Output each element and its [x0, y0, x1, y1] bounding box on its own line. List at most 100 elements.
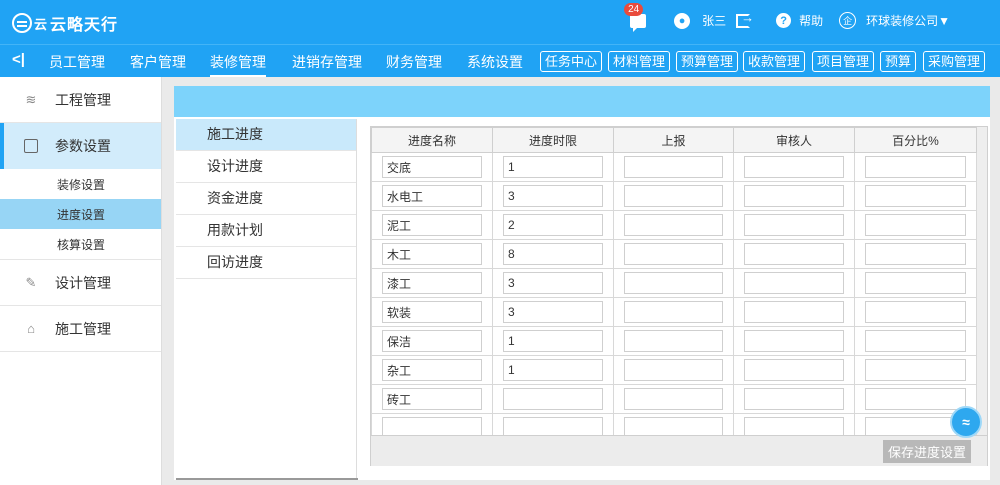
tab-revisit-progress[interactable]: 回访进度: [176, 247, 356, 279]
report-input[interactable]: [624, 359, 723, 381]
table-cell: [371, 239, 493, 269]
purchase-button[interactable]: 采购管理: [923, 51, 986, 72]
percent-input[interactable]: [865, 272, 966, 294]
duration-input[interactable]: [503, 359, 603, 381]
reviewer-input[interactable]: [744, 156, 844, 178]
nav-item-inventory[interactable]: 进销存管理: [292, 52, 362, 72]
report-input[interactable]: [624, 214, 723, 236]
reviewer-input[interactable]: [744, 330, 844, 352]
table-cell: [371, 268, 493, 298]
progress-name-input[interactable]: [382, 359, 482, 381]
report-input[interactable]: [624, 330, 723, 352]
progress-name-input[interactable]: [382, 243, 482, 265]
reviewer-input[interactable]: [744, 388, 844, 410]
table-cell: [371, 326, 493, 356]
progress-name-input[interactable]: [382, 185, 482, 207]
sidebar-item-engineering[interactable]: ≋ 工程管理: [0, 77, 161, 123]
report-input[interactable]: [624, 156, 723, 178]
save-progress-button[interactable]: 保存进度设置: [882, 440, 971, 463]
table-header-row: 进度名称 进度时限 上报 审核人 百分比%: [371, 127, 977, 153]
user-icon[interactable]: ●: [674, 12, 691, 29]
nav-item-customers[interactable]: 客户管理: [130, 52, 186, 72]
percent-input[interactable]: [865, 388, 966, 410]
tab-payment-plan[interactable]: 用款计划: [176, 215, 356, 247]
table-cell: [854, 268, 977, 298]
user-name[interactable]: 张三: [702, 12, 726, 29]
sidebar-item-design[interactable]: ✎ 设计管理: [0, 260, 161, 306]
nav-item-staff[interactable]: 员工管理: [49, 52, 105, 72]
reviewer-input[interactable]: [744, 243, 844, 265]
column-header: 审核人: [733, 127, 855, 153]
budget-mgmt-button[interactable]: 预算管理: [676, 51, 739, 72]
percent-input[interactable]: [865, 243, 966, 265]
header-actions: 24 ● 张三 ? 帮助 企 环球装修公司▼: [624, 2, 950, 32]
reviewer-input[interactable]: [744, 185, 844, 207]
percent-input[interactable]: [865, 301, 966, 323]
project-button[interactable]: 项目管理: [812, 51, 875, 72]
table-cell: [733, 297, 855, 327]
duration-input[interactable]: [503, 388, 603, 410]
progress-name-input[interactable]: [382, 388, 482, 410]
message-icon[interactable]: 24: [624, 2, 647, 32]
progress-name-input[interactable]: [382, 272, 482, 294]
progress-name-input[interactable]: [382, 330, 482, 352]
table-cell: [613, 297, 734, 327]
report-input[interactable]: [624, 185, 723, 207]
help-icon[interactable]: ?: [776, 13, 792, 28]
sidebar-item-construction[interactable]: ⌂ 施工管理: [0, 306, 161, 352]
percent-input[interactable]: [865, 214, 966, 236]
reviewer-input[interactable]: [744, 301, 844, 323]
table-cell: [733, 326, 855, 356]
percent-input[interactable]: [865, 185, 966, 207]
progress-name-input[interactable]: [382, 301, 482, 323]
table-cell: [854, 239, 977, 269]
sidebar-subitem-progress[interactable]: 进度设置: [0, 199, 161, 229]
nav-item-decoration[interactable]: 装修管理: [210, 52, 266, 78]
table-row: [371, 384, 977, 414]
table-cell: [733, 239, 855, 269]
report-input[interactable]: [624, 272, 723, 294]
duration-input[interactable]: [503, 214, 603, 236]
reviewer-input[interactable]: [744, 214, 844, 236]
reviewer-input[interactable]: [744, 272, 844, 294]
chat-float-icon[interactable]: ≈: [950, 406, 982, 438]
collapse-sidebar-button[interactable]: <|: [12, 51, 25, 68]
payment-button[interactable]: 收款管理: [743, 51, 806, 72]
task-center-button[interactable]: 任务中心: [540, 51, 603, 72]
percent-input[interactable]: [865, 156, 966, 178]
help-link[interactable]: 帮助: [799, 12, 823, 29]
table-cell: [492, 268, 614, 298]
top-header: 云 云略天行 24 ● 张三 ? 帮助 企 环球装修公司▼: [0, 0, 1000, 44]
budget-button[interactable]: 预算: [880, 51, 917, 72]
pencil-ruler-icon: ✎: [25, 275, 37, 290]
percent-input[interactable]: [865, 359, 966, 381]
report-input[interactable]: [624, 301, 723, 323]
duration-input[interactable]: [503, 185, 603, 207]
company-dropdown[interactable]: 环球装修公司▼: [866, 12, 950, 29]
nav-item-system[interactable]: 系统设置: [467, 52, 523, 72]
sidebar-item-params[interactable]: 参数设置: [0, 123, 161, 169]
main-content: 施工进度 设计进度 资金进度 用款计划 回访进度 进度名称 进度时限 上报 审核…: [162, 77, 1000, 485]
reviewer-input[interactable]: [744, 359, 844, 381]
tab-funding-progress[interactable]: 资金进度: [176, 183, 356, 215]
report-input[interactable]: [624, 243, 723, 265]
tab-construction-progress[interactable]: 施工进度: [176, 119, 356, 151]
duration-input[interactable]: [503, 272, 603, 294]
logout-icon[interactable]: [736, 10, 754, 28]
progress-name-input[interactable]: [382, 156, 482, 178]
main-nav: <| 员工管理 客户管理 装修管理 进销存管理 财务管理 系统设置 任务中心 材…: [0, 44, 1000, 78]
tab-design-progress[interactable]: 设计进度: [176, 151, 356, 183]
nav-item-finance[interactable]: 财务管理: [386, 52, 442, 72]
progress-name-input[interactable]: [382, 214, 482, 236]
percent-input[interactable]: [865, 330, 966, 352]
duration-input[interactable]: [503, 301, 603, 323]
sidebar-subitem-accounting[interactable]: 核算设置: [0, 229, 161, 259]
sidebar-subitem-decoration[interactable]: 装修设置: [0, 169, 161, 199]
progress-table: 进度名称 进度时限 上报 审核人 百分比%: [371, 127, 977, 443]
report-input[interactable]: [624, 388, 723, 410]
duration-input[interactable]: [503, 330, 603, 352]
material-button[interactable]: 材料管理: [608, 51, 671, 72]
duration-input[interactable]: [503, 243, 603, 265]
app-logo[interactable]: 云 云略天行: [12, 11, 118, 35]
duration-input[interactable]: [503, 156, 603, 178]
